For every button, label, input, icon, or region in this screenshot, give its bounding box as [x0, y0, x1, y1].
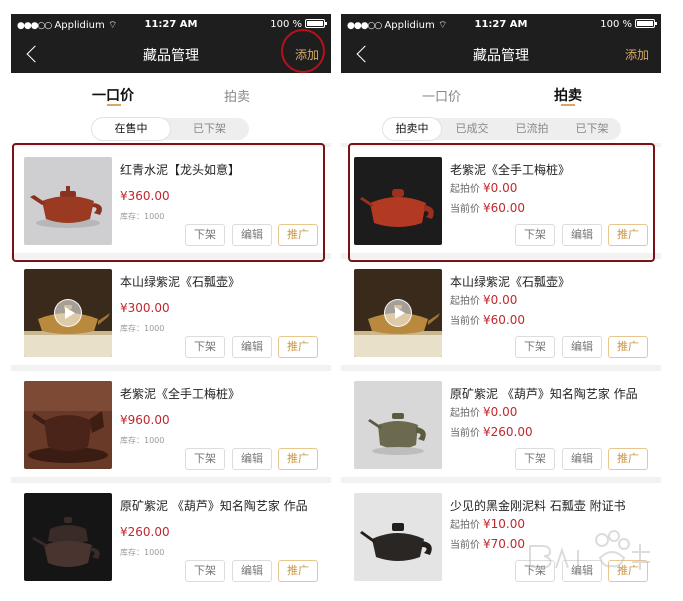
product-card[interactable]: 老紫泥《全手工梅桩》 ¥960.00 库存：1000 下架 编辑 推广 [11, 371, 331, 477]
product-title: 原矿紫泥 《葫芦》知名陶艺家 作品 [450, 387, 638, 401]
product-image [354, 493, 442, 581]
delist-button[interactable]: 下架 [185, 560, 225, 582]
current-price: ¥260.00 [483, 425, 533, 439]
start-price: ¥0.00 [483, 293, 518, 307]
product-card[interactable]: 本山绿紫泥《石瓢壶》 ¥300.00 库存：1000 下架 编辑 推广 [11, 259, 331, 365]
segment-delisted[interactable]: 已下架 [563, 118, 621, 140]
start-price-row: 起拍价 ¥0.00 [450, 404, 517, 419]
product-title: 少见的黑金刚泥料 石瓢壶 附证书 [450, 499, 626, 513]
highlight-box [12, 143, 325, 262]
product-title: 本山绿紫泥《石瓢壶》 [450, 275, 571, 289]
delist-button[interactable]: 下架 [185, 336, 225, 358]
edit-button[interactable]: 编辑 [232, 560, 272, 582]
tab-bar: 一口价 拍卖 [341, 73, 661, 115]
edit-button[interactable]: 编辑 [232, 448, 272, 470]
battery-percent: 100 % [600, 19, 632, 30]
tab-auction[interactable]: 拍卖 [224, 86, 250, 105]
highlight-box [348, 143, 655, 262]
segment-control: 在售中 已下架 [92, 118, 249, 140]
delist-button[interactable]: 下架 [515, 336, 555, 358]
promote-button[interactable]: 推广 [608, 336, 648, 358]
tab-bar: 一口价 拍卖 [11, 73, 331, 115]
start-price: ¥0.00 [483, 405, 518, 419]
status-bar: ●●●○○ Applidium ⌔ 11:27 AM 100 % [11, 14, 331, 36]
product-price: ¥960.00 [120, 413, 170, 427]
product-image [24, 381, 112, 469]
battery-icon [305, 19, 327, 28]
delist-button[interactable]: 下架 [515, 448, 555, 470]
battery: 100 % [600, 19, 657, 30]
status-bar: ●●●○○ Applidium ⌔ 11:27 AM 100 % [341, 14, 661, 36]
current-price-label: 当前价 [450, 540, 480, 551]
segment-unsold[interactable]: 已流拍 [503, 118, 561, 140]
product-title: 老紫泥《全手工梅桩》 [120, 387, 241, 401]
product-title: 原矿紫泥 《葫芦》知名陶艺家 作品 [120, 499, 308, 513]
auction-card[interactable]: 原矿紫泥 《葫芦》知名陶艺家 作品 起拍价 ¥0.00 当前价 ¥260.00 下架… [341, 371, 661, 477]
segment-bar: 拍卖中 已成交 已流拍 已下架 [341, 115, 661, 143]
segment-on-sale[interactable]: 在售中 [92, 118, 170, 140]
current-price-label: 当前价 [450, 428, 480, 439]
edit-button[interactable]: 编辑 [562, 448, 602, 470]
top-bar: ●●●○○ Applidium ⌔ 11:27 AM 100 % 藏品管理 添加 [11, 14, 331, 73]
product-image [354, 269, 442, 357]
current-price: ¥60.00 [483, 313, 525, 327]
product-image [24, 269, 112, 357]
product-price: ¥260.00 [120, 525, 170, 539]
current-price-row: 当前价 ¥70.00 [450, 536, 525, 551]
product-image [24, 493, 112, 581]
tab-fixed-price[interactable]: 一口价 [422, 86, 461, 105]
tab-indicator [561, 104, 575, 106]
top-bar: ●●●○○ Applidium ⌔ 11:27 AM 100 % 藏品管理 添加 [341, 14, 661, 73]
tab-indicator [107, 104, 121, 106]
start-price-label: 起拍价 [450, 296, 480, 307]
start-price-label: 起拍价 [450, 520, 480, 531]
nav-bar: 藏品管理 添加 [341, 36, 661, 73]
battery: 100 % [270, 19, 327, 30]
right-screen: ●●●○○ Applidium ⌔ 11:27 AM 100 % 藏品管理 添加… [341, 14, 661, 588]
play-icon[interactable] [384, 299, 412, 327]
page-title: 藏品管理 [473, 48, 529, 64]
product-image [354, 381, 442, 469]
segment-delisted[interactable]: 已下架 [170, 118, 249, 140]
segment-control: 拍卖中 已成交 已流拍 已下架 [383, 118, 621, 140]
battery-percent: 100 % [270, 19, 302, 30]
add-button[interactable]: 添加 [625, 46, 649, 63]
segment-sold[interactable]: 已成交 [443, 118, 501, 140]
start-price-row: 起拍价 ¥0.00 [450, 292, 517, 307]
auction-card[interactable]: 本山绿紫泥《石瓢壶》 起拍价 ¥0.00 当前价 ¥60.00 下架 编辑 推广 [341, 259, 661, 365]
tab-fixed-price[interactable]: 一口价 [92, 85, 134, 105]
watermark-logo-icon [529, 530, 650, 570]
promote-button[interactable]: 推广 [278, 560, 318, 582]
product-title: 本山绿紫泥《石瓢壶》 [120, 275, 241, 289]
current-price-row: 当前价 ¥260.00 [450, 424, 533, 439]
delist-button[interactable]: 下架 [185, 448, 225, 470]
stock-label: 库存：1000 [120, 324, 165, 333]
add-button-highlight-circle [281, 29, 325, 73]
start-price: ¥10.00 [483, 517, 525, 531]
start-price-label: 起拍价 [450, 408, 480, 419]
promote-button[interactable]: 推广 [278, 336, 318, 358]
product-price: ¥300.00 [120, 301, 170, 315]
current-price-row: 当前价 ¥60.00 [450, 312, 525, 327]
segment-in-auction[interactable]: 拍卖中 [383, 118, 441, 140]
stock-label: 库存：1000 [120, 436, 165, 445]
left-screen: ●●●○○ Applidium ⌔ 11:27 AM 100 % 藏品管理 添加… [11, 14, 331, 588]
promote-button[interactable]: 推广 [608, 448, 648, 470]
edit-button[interactable]: 编辑 [562, 336, 602, 358]
edit-button[interactable]: 编辑 [232, 336, 272, 358]
start-price-row: 起拍价 ¥10.00 [450, 516, 525, 531]
play-icon[interactable] [54, 299, 82, 327]
current-price-label: 当前价 [450, 316, 480, 327]
promote-button[interactable]: 推广 [278, 448, 318, 470]
tab-auction[interactable]: 拍卖 [554, 85, 582, 105]
stock-label: 库存：1000 [120, 548, 165, 557]
segment-bar: 在售中 已下架 [11, 115, 331, 143]
battery-icon [635, 19, 657, 28]
product-card[interactable]: 原矿紫泥 《葫芦》知名陶艺家 作品 ¥260.00 库存：1000 下架 编辑 … [11, 483, 331, 588]
current-price: ¥70.00 [483, 537, 525, 551]
